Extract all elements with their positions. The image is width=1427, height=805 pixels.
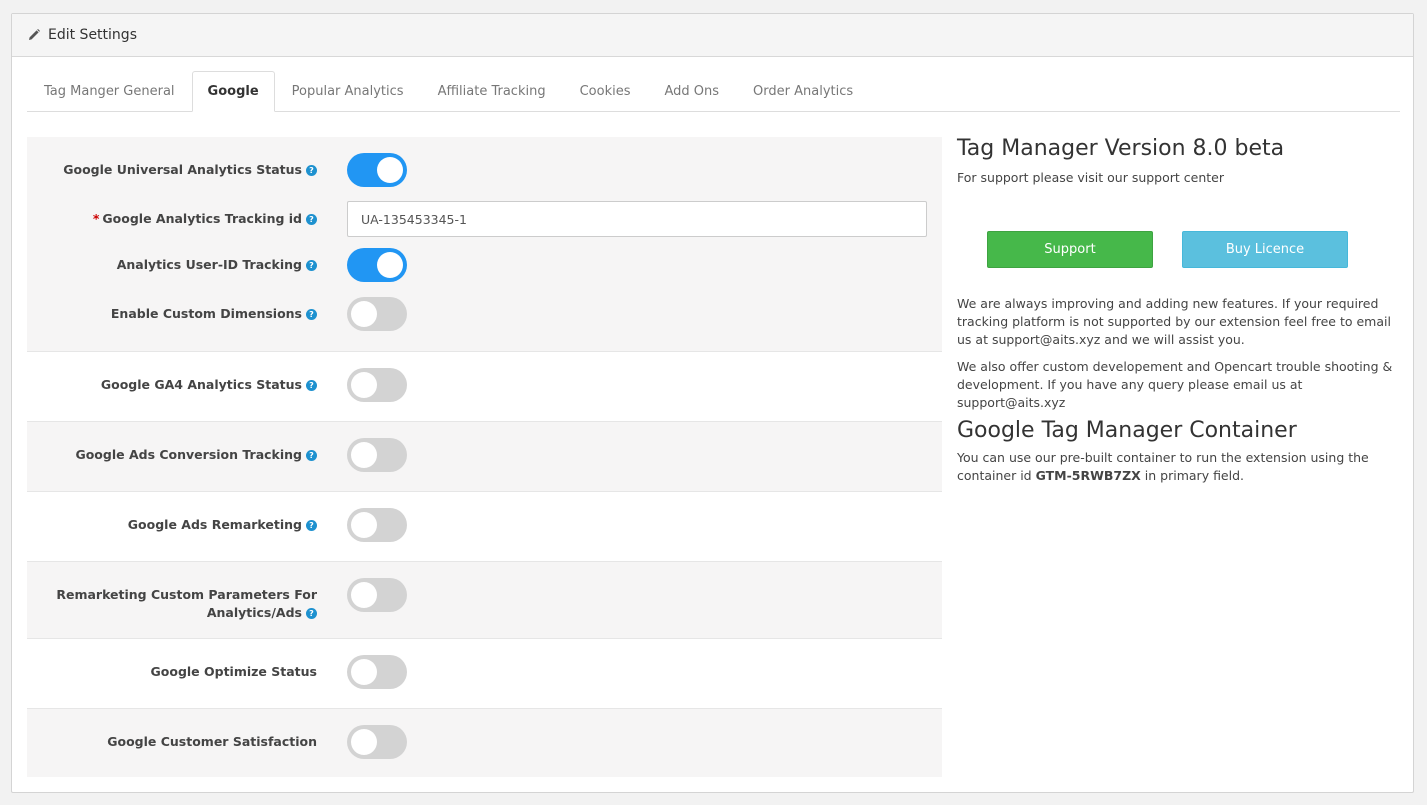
form-row: Google Ads Remarketing? (27, 505, 942, 545)
form-row: Google Ads Conversion Tracking? (27, 435, 942, 475)
tab-popular-analytics[interactable]: Popular Analytics (275, 71, 421, 111)
form-row: Enable Custom Dimensions? (27, 294, 942, 334)
help-icon[interactable]: ? (306, 214, 317, 225)
ads-remarketing-toggle[interactable] (347, 508, 407, 542)
settings-panel: Edit Settings Tag Manger General Google … (11, 13, 1414, 793)
field-label: Remarketing Custom Parameters For Analyt… (56, 587, 317, 620)
form-group-ga4: Google GA4 Analytics Status? (27, 351, 942, 421)
remarketing-params-toggle[interactable] (347, 578, 407, 612)
help-icon[interactable]: ? (306, 309, 317, 320)
toggle-knob (351, 512, 377, 538)
field-label: Google Ads Conversion Tracking? (37, 446, 317, 464)
ads-conversion-toggle[interactable] (347, 438, 407, 472)
button-row: Support Buy Licence (957, 187, 1397, 295)
form-row: Remarketing Custom Parameters For Analyt… (27, 575, 942, 625)
google-settings-form: Google Universal Analytics Status? * Goog… (27, 137, 942, 777)
field-label: Google Ads Remarketing? (37, 516, 317, 534)
version-title: Tag Manager Version 8.0 beta (957, 136, 1285, 161)
toggle-knob (351, 582, 377, 608)
buy-licence-button[interactable]: Buy Licence (1182, 231, 1348, 268)
field-label: Google GA4 Analytics Status? (37, 376, 317, 394)
help-icon[interactable]: ? (306, 608, 317, 619)
development-paragraph: We also offer custom developement and Op… (957, 359, 1393, 410)
info-sidebar: Tag Manager Version 8.0 beta For support… (957, 134, 1397, 485)
tab-add-ons[interactable]: Add Ons (647, 71, 736, 111)
help-icon[interactable]: ? (306, 380, 317, 391)
ga4-status-toggle[interactable] (347, 368, 407, 402)
tab-google[interactable]: Google (191, 71, 275, 112)
toggle-knob (351, 442, 377, 468)
toggle-knob (377, 157, 403, 183)
form-group-remarketing-params: Remarketing Custom Parameters For Analyt… (27, 561, 942, 638)
panel-heading: Edit Settings (12, 14, 1413, 57)
container-title: Google Tag Manager Container (957, 418, 1297, 443)
field-label: Google Customer Satisfaction (107, 734, 317, 749)
form-row: Analytics User-ID Tracking? (27, 245, 942, 285)
customer-satisfaction-toggle[interactable] (347, 725, 407, 759)
field-label: * Google Analytics Tracking id? (37, 210, 317, 228)
toggle-knob (351, 659, 377, 685)
tracking-id-input[interactable] (347, 201, 927, 237)
form-row: Google Universal Analytics Status? (27, 150, 942, 190)
field-label: Analytics User-ID Tracking? (37, 256, 317, 274)
toggle-knob (351, 372, 377, 398)
toggle-knob (351, 729, 377, 755)
container-paragraph: You can use our pre-built container to r… (957, 450, 1369, 483)
tab-tag-manager-general[interactable]: Tag Manger General (27, 71, 192, 111)
toggle-knob (377, 252, 403, 278)
support-text: For support please visit our support cen… (957, 170, 1224, 185)
features-paragraph: We are always improving and adding new f… (957, 296, 1391, 347)
help-icon[interactable]: ? (306, 260, 317, 271)
form-group-universal-analytics: Google Universal Analytics Status? * Goog… (27, 137, 942, 351)
form-row: Google Customer Satisfaction (27, 722, 942, 762)
form-row: Google Optimize Status (27, 652, 942, 692)
field-label: Google Universal Analytics Status? (37, 161, 317, 179)
form-group-optimize: Google Optimize Status (27, 638, 942, 708)
form-group-ads-conversion: Google Ads Conversion Tracking? (27, 421, 942, 491)
required-marker: * (92, 211, 100, 226)
help-icon[interactable]: ? (306, 450, 317, 461)
custom-dimensions-toggle[interactable] (347, 297, 407, 331)
field-label: Enable Custom Dimensions? (37, 305, 317, 323)
container-id: GTM-5RWB7ZX (1035, 468, 1141, 483)
help-icon[interactable]: ? (306, 165, 317, 176)
pencil-icon (27, 28, 41, 42)
form-row: * Google Analytics Tracking id? (27, 199, 942, 239)
tab-order-analytics[interactable]: Order Analytics (736, 71, 870, 111)
panel-title: Edit Settings (48, 27, 137, 43)
optimize-status-toggle[interactable] (347, 655, 407, 689)
form-group-ads-remarketing: Google Ads Remarketing? (27, 491, 942, 561)
tab-affiliate-tracking[interactable]: Affiliate Tracking (421, 71, 563, 111)
user-id-tracking-toggle[interactable] (347, 248, 407, 282)
field-label: Google Optimize Status (150, 664, 317, 679)
tab-cookies[interactable]: Cookies (563, 71, 648, 111)
help-icon[interactable]: ? (306, 520, 317, 531)
ua-status-toggle[interactable] (347, 153, 407, 187)
form-group-customer-satisfaction: Google Customer Satisfaction (27, 708, 942, 777)
settings-tabs: Tag Manger General Google Popular Analyt… (27, 71, 1400, 112)
support-button[interactable]: Support (987, 231, 1153, 268)
form-row: Google GA4 Analytics Status? (27, 365, 942, 405)
toggle-knob (351, 301, 377, 327)
